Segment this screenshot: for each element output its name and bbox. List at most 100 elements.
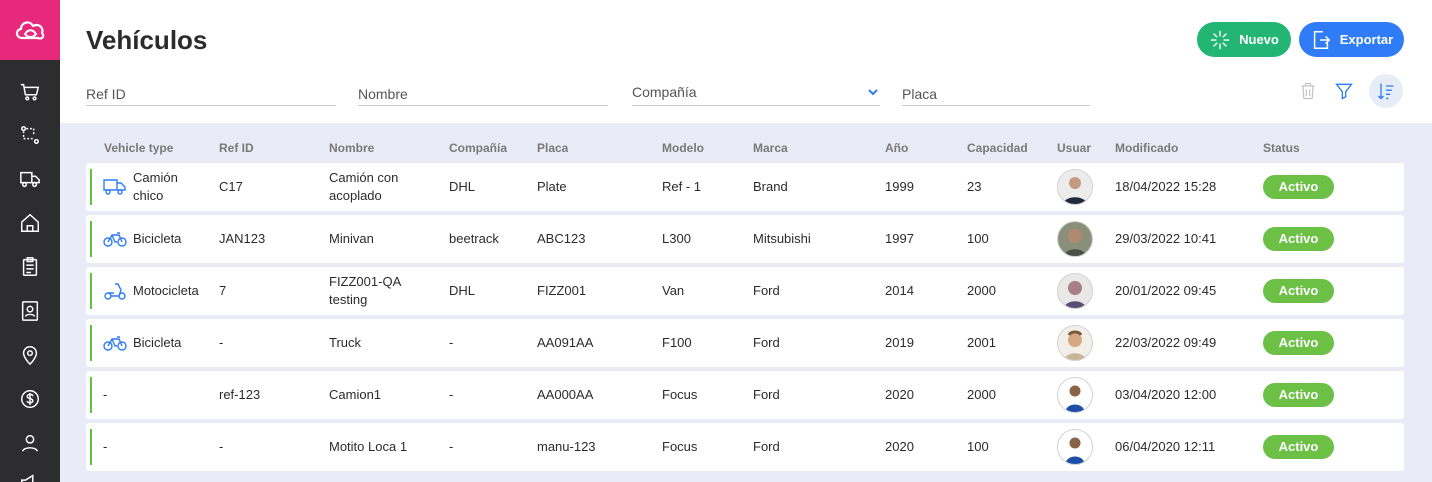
vehicle-type-cell: - (103, 439, 108, 454)
marca-cell: Ford (753, 283, 780, 298)
header-usuario[interactable]: Usuario (1057, 141, 1091, 155)
header-modificado[interactable]: Modificado (1115, 141, 1178, 155)
placa-filter-input[interactable]: Placa (902, 78, 1090, 106)
sidebar-item-cart[interactable] (0, 72, 60, 112)
anio-cell: 2020 (885, 439, 914, 454)
new-button[interactable]: Nuevo (1197, 22, 1291, 57)
sort-button[interactable] (1369, 74, 1403, 108)
header-status[interactable]: Status (1263, 141, 1300, 155)
usuario-cell (1057, 163, 1093, 211)
user-icon (21, 434, 39, 452)
status-cell: Activo (1263, 163, 1334, 211)
compania-cell: DHL (449, 283, 476, 298)
status-badge: Activo (1263, 175, 1334, 199)
vehicle-type-cell: Motocicleta (103, 267, 213, 315)
modificado-cell: 29/03/2022 10:41 (1115, 231, 1217, 246)
sidebar-item-home[interactable] (0, 203, 60, 243)
ref-id-filter-input[interactable]: Ref ID (86, 78, 336, 106)
page-title: Vehículos (86, 25, 208, 55)
avatar[interactable] (1057, 325, 1093, 361)
sidebar (0, 0, 60, 482)
capacidad-cell: 23 (967, 179, 982, 194)
avatar[interactable] (1057, 221, 1093, 257)
ref-id-cell: - (219, 335, 224, 350)
placa-cell: AA091AA (537, 335, 594, 350)
table-row[interactable]: Camión chico C17 Camión con acoplado DHL… (86, 163, 1404, 211)
scooter-icon (104, 283, 126, 300)
vehicle-type-cell: Camión chico (103, 163, 203, 211)
header-capacidad[interactable]: Capacidad (967, 141, 1028, 155)
compania-filter-select[interactable]: Compañía (632, 78, 880, 106)
contacts-icon (21, 301, 39, 321)
table-row[interactable]: Motocicleta 7 FIZZ001-QA testing DHL FIZ… (86, 267, 1404, 315)
cloud-logo-icon (15, 21, 45, 40)
compania-cell: - (449, 439, 454, 454)
avatar[interactable] (1057, 169, 1093, 205)
avatar[interactable] (1057, 377, 1093, 413)
sidebar-item-users[interactable] (0, 423, 60, 463)
table-row[interactable]: - - Motito Loca 1 - manu-123 Focus Ford … (86, 423, 1404, 471)
user-avatar-icon (1058, 430, 1092, 464)
header-marca[interactable]: Marca (753, 141, 788, 155)
ref-id-cell: 7 (219, 283, 227, 298)
filter-button[interactable] (1327, 74, 1361, 108)
header-ref-id[interactable]: Ref ID (219, 141, 254, 155)
ref-id-cell: - (219, 439, 224, 454)
status-cell: Activo (1263, 267, 1334, 315)
header-anio[interactable]: Año (885, 141, 908, 155)
usuario-cell (1057, 215, 1093, 263)
anio-cell: 1997 (885, 231, 914, 246)
header-compania[interactable]: Compañía (449, 141, 507, 155)
status-badge: Activo (1263, 279, 1334, 303)
row-marker (90, 169, 92, 205)
nombre-filter-input[interactable]: Nombre (358, 78, 608, 106)
capacidad-cell: 2001 (967, 335, 996, 350)
avatar[interactable] (1057, 429, 1093, 465)
nombre-filter-placeholder: Nombre (358, 85, 408, 102)
location-pin-icon (22, 346, 38, 366)
table-row[interactable]: Bicicleta JAN123 Minivan beetrack ABC123… (86, 215, 1404, 263)
compania-cell: - (449, 387, 454, 402)
sidebar-item-contacts[interactable] (0, 291, 60, 331)
sidebar-item-locations[interactable] (0, 335, 60, 375)
dollar-icon (21, 390, 39, 408)
sidebar-item-vehicles[interactable] (0, 159, 60, 199)
modelo-cell: Van (662, 283, 685, 298)
sidebar-item-billing[interactable] (0, 379, 60, 419)
funnel-icon (1335, 83, 1353, 100)
status-cell: Activo (1263, 423, 1334, 471)
placa-cell: Plate (537, 179, 567, 194)
anio-cell: 2014 (885, 283, 914, 298)
placa-cell: ABC123 (537, 231, 586, 246)
nombre-cell: Camion1 (329, 387, 382, 402)
modificado-cell: 18/04/2022 15:28 (1115, 179, 1217, 194)
bicycle-icon (103, 232, 127, 247)
table-row[interactable]: Bicicleta - Truck - AA091AA F100 Ford 20… (86, 319, 1404, 367)
ref-id-filter-placeholder: Ref ID (86, 85, 126, 102)
app-logo[interactable] (0, 0, 60, 60)
table-row[interactable]: - ref-123 Camion1 - AA000AA Focus Ford 2… (86, 371, 1404, 419)
user-avatar-icon (1058, 274, 1092, 308)
avatar[interactable] (1057, 273, 1093, 309)
truck-icon (103, 179, 126, 195)
delete-button[interactable] (1291, 74, 1325, 108)
compania-filter-placeholder: Compañía (632, 83, 697, 100)
export-button[interactable]: Exportar (1299, 22, 1404, 57)
compania-cell: DHL (449, 179, 476, 194)
header-nombre[interactable]: Nombre (329, 141, 374, 155)
modificado-cell: 06/04/2020 12:11 (1115, 439, 1216, 454)
status-badge: Activo (1263, 227, 1334, 251)
user-avatar-icon (1058, 378, 1092, 412)
status-badge: Activo (1263, 435, 1334, 459)
header-modelo[interactable]: Modelo (662, 141, 704, 155)
sidebar-item-routes[interactable] (0, 115, 60, 155)
status-cell: Activo (1263, 319, 1334, 367)
usuario-cell (1057, 371, 1093, 419)
header-placa[interactable]: Placa (537, 141, 568, 155)
modificado-cell: 20/01/2022 09:45 (1115, 283, 1217, 298)
sidebar-item-announcements[interactable] (0, 462, 60, 482)
header-vehicle-type[interactable]: Vehicle type (104, 141, 173, 155)
row-marker (90, 221, 92, 257)
capacidad-cell: 2000 (967, 283, 996, 298)
sidebar-item-clipboard[interactable] (0, 247, 60, 287)
